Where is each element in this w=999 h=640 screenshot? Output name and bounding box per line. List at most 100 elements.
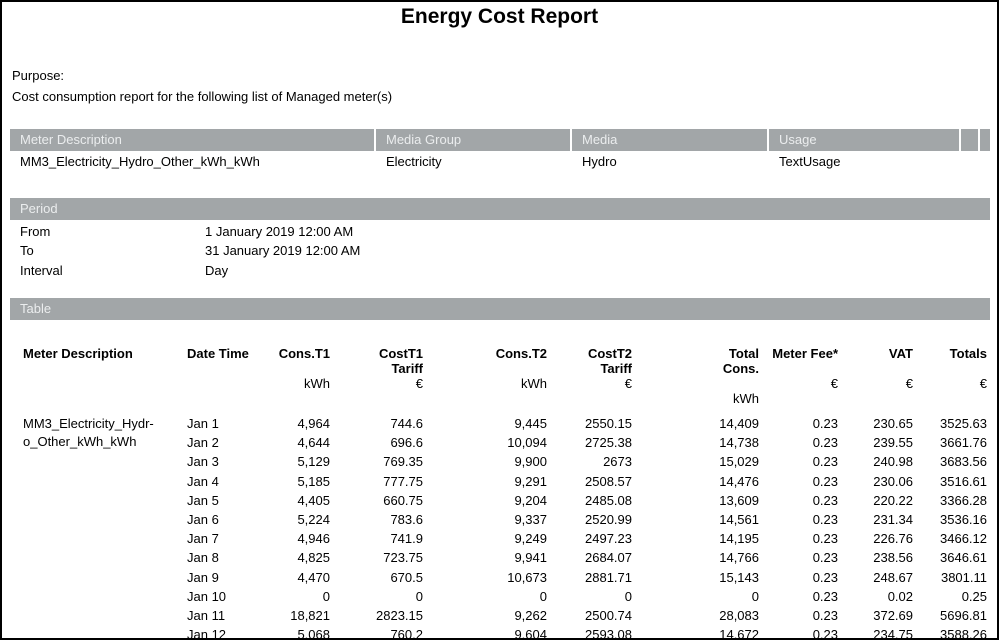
cell-date: Jan 7 bbox=[177, 529, 255, 548]
cell-total-cons: 14,672 bbox=[632, 625, 759, 640]
period-details: From1 January 2019 12:00 AM To31 January… bbox=[20, 222, 360, 280]
meter-header-spacer-cell bbox=[980, 129, 990, 151]
cell-cons-t2: 9,604 bbox=[423, 625, 547, 640]
cell-totals: 3661.76 bbox=[913, 433, 987, 452]
cell-cost-t2: 2684.07 bbox=[547, 548, 632, 567]
cell-cost-t2: 2508.57 bbox=[547, 472, 632, 491]
cell-totals: 3536.16 bbox=[913, 510, 987, 529]
cell-cons-t1: 5,068 bbox=[255, 625, 330, 640]
cell-cons-t1: 18,821 bbox=[255, 606, 330, 625]
cell-totals: 3588.26 bbox=[913, 625, 987, 640]
meter-table-row: MM3_Electricity_Hydro_Other_kWh_kWh Elec… bbox=[10, 152, 990, 172]
cell-cost-t1: 783.6 bbox=[330, 510, 423, 529]
cell-meter-fee: 0.23 bbox=[759, 548, 838, 567]
meter-col-header-media: Media bbox=[572, 129, 767, 151]
cell-cost-t1: 2823.15 bbox=[330, 606, 423, 625]
cell-totals: 5696.81 bbox=[913, 606, 987, 625]
col-header-totals: Totals € bbox=[913, 346, 987, 414]
cell-total-cons: 15,143 bbox=[632, 568, 759, 587]
col-header-meter-fee: Meter Fee* € bbox=[759, 346, 838, 414]
cell-vat: 240.98 bbox=[838, 452, 913, 471]
cell-cons-t1: 4,946 bbox=[255, 529, 330, 548]
cell-cons-t1: 4,644 bbox=[255, 433, 330, 452]
cell-cost-t2: 2500.74 bbox=[547, 606, 632, 625]
cell-cost-t1: 741.9 bbox=[330, 529, 423, 548]
table-section-bar: Table bbox=[10, 298, 990, 320]
meter-description-value: MM3_Electricity_Hydro_Other_kWh_kWh bbox=[10, 152, 374, 172]
period-interval-label: Interval bbox=[20, 261, 205, 280]
purpose-description: Cost consumption report for the followin… bbox=[12, 86, 392, 107]
period-row-from: From1 January 2019 12:00 AM bbox=[20, 222, 360, 241]
cell-cons-t2: 9,445 bbox=[423, 414, 547, 433]
meter-col-header-media-group: Media Group bbox=[376, 129, 570, 151]
cell-vat: 372.69 bbox=[838, 606, 913, 625]
cell-cons-t1: 0 bbox=[255, 587, 330, 606]
cell-meter-fee: 0.23 bbox=[759, 529, 838, 548]
cell-cost-t2: 2593.08 bbox=[547, 625, 632, 640]
table-section-label: Table bbox=[10, 298, 990, 320]
cell-totals: 3646.61 bbox=[913, 548, 987, 567]
cell-date: Jan 6 bbox=[177, 510, 255, 529]
period-to-value: 31 January 2019 12:00 AM bbox=[205, 243, 360, 258]
cell-meter-fee: 0.23 bbox=[759, 606, 838, 625]
cell-cost-t1: 723.75 bbox=[330, 548, 423, 567]
cell-date: Jan 1 bbox=[177, 414, 255, 433]
cell-cons-t2: 10,673 bbox=[423, 568, 547, 587]
cell-cost-t1: 670.5 bbox=[330, 568, 423, 587]
cell-date: Jan 9 bbox=[177, 568, 255, 587]
cost-table-header: Meter Description Date Time Cons.T1 kWh … bbox=[12, 346, 987, 414]
cell-totals: 3366.28 bbox=[913, 491, 987, 510]
meter-col-header-usage: Usage bbox=[769, 129, 959, 151]
cell-vat: 230.65 bbox=[838, 414, 913, 433]
col-header-cost-t2-tariff: CostT2 Tariff € bbox=[547, 346, 632, 414]
period-to-label: To bbox=[20, 241, 205, 260]
cell-total-cons: 14,738 bbox=[632, 433, 759, 452]
cell-date: Jan 2 bbox=[177, 433, 255, 452]
cell-cost-t1: 660.75 bbox=[330, 491, 423, 510]
cell-cost-t2: 2550.15 bbox=[547, 414, 632, 433]
meter-col-header-description: Meter Description bbox=[10, 129, 374, 151]
cell-cost-t2: 2881.71 bbox=[547, 568, 632, 587]
cell-total-cons: 28,083 bbox=[632, 606, 759, 625]
cell-meter-fee: 0.23 bbox=[759, 452, 838, 471]
cell-vat: 0.02 bbox=[838, 587, 913, 606]
cell-date: Jan 10 bbox=[177, 587, 255, 606]
period-row-interval: IntervalDay bbox=[20, 261, 360, 280]
cell-cons-t1: 5,185 bbox=[255, 472, 330, 491]
cell-cons-t2: 10,094 bbox=[423, 433, 547, 452]
cell-vat: 238.56 bbox=[838, 548, 913, 567]
cell-vat: 230.06 bbox=[838, 472, 913, 491]
cell-vat: 234.75 bbox=[838, 625, 913, 640]
cell-cost-t1: 760.2 bbox=[330, 625, 423, 640]
cell-cons-t1: 4,405 bbox=[255, 491, 330, 510]
col-header-date-time: Date Time bbox=[177, 346, 255, 414]
cell-cons-t2: 9,900 bbox=[423, 452, 547, 471]
report-title: Energy Cost Report bbox=[2, 5, 997, 29]
cell-meter-fee: 0.23 bbox=[759, 568, 838, 587]
cell-date: Jan 5 bbox=[177, 491, 255, 510]
cell-vat: 248.67 bbox=[838, 568, 913, 587]
cell-cons-t1: 5,224 bbox=[255, 510, 330, 529]
cell-meter-fee: 0.23 bbox=[759, 433, 838, 452]
cost-table-row: MM3_Electricity_Hydr- o_Other_kWh_kWhJan… bbox=[12, 414, 987, 433]
cell-cost-t1: 0 bbox=[330, 587, 423, 606]
usage-value: TextUsage bbox=[769, 152, 959, 172]
cell-total-cons: 13,609 bbox=[632, 491, 759, 510]
cell-total-cons: 14,409 bbox=[632, 414, 759, 433]
period-section-bar: Period bbox=[10, 198, 990, 220]
cell-meter-fee: 0.23 bbox=[759, 491, 838, 510]
purpose-section: Purpose: Cost consumption report for the… bbox=[12, 65, 392, 107]
purpose-label: Purpose: bbox=[12, 65, 392, 86]
cell-date: Jan 8 bbox=[177, 548, 255, 567]
col-header-cost-t1-tariff: CostT1 Tariff € bbox=[330, 346, 423, 414]
cell-cost-t1: 777.75 bbox=[330, 472, 423, 491]
meter-name-cell: MM3_Electricity_Hydr- o_Other_kWh_kWh bbox=[12, 414, 177, 640]
cell-meter-fee: 0.23 bbox=[759, 625, 838, 640]
cell-total-cons: 0 bbox=[632, 587, 759, 606]
period-from-value: 1 January 2019 12:00 AM bbox=[205, 224, 353, 239]
period-row-to: To31 January 2019 12:00 AM bbox=[20, 241, 360, 260]
cell-date: Jan 3 bbox=[177, 452, 255, 471]
cell-vat: 231.34 bbox=[838, 510, 913, 529]
cell-cost-t1: 696.6 bbox=[330, 433, 423, 452]
cell-cost-t2: 2520.99 bbox=[547, 510, 632, 529]
